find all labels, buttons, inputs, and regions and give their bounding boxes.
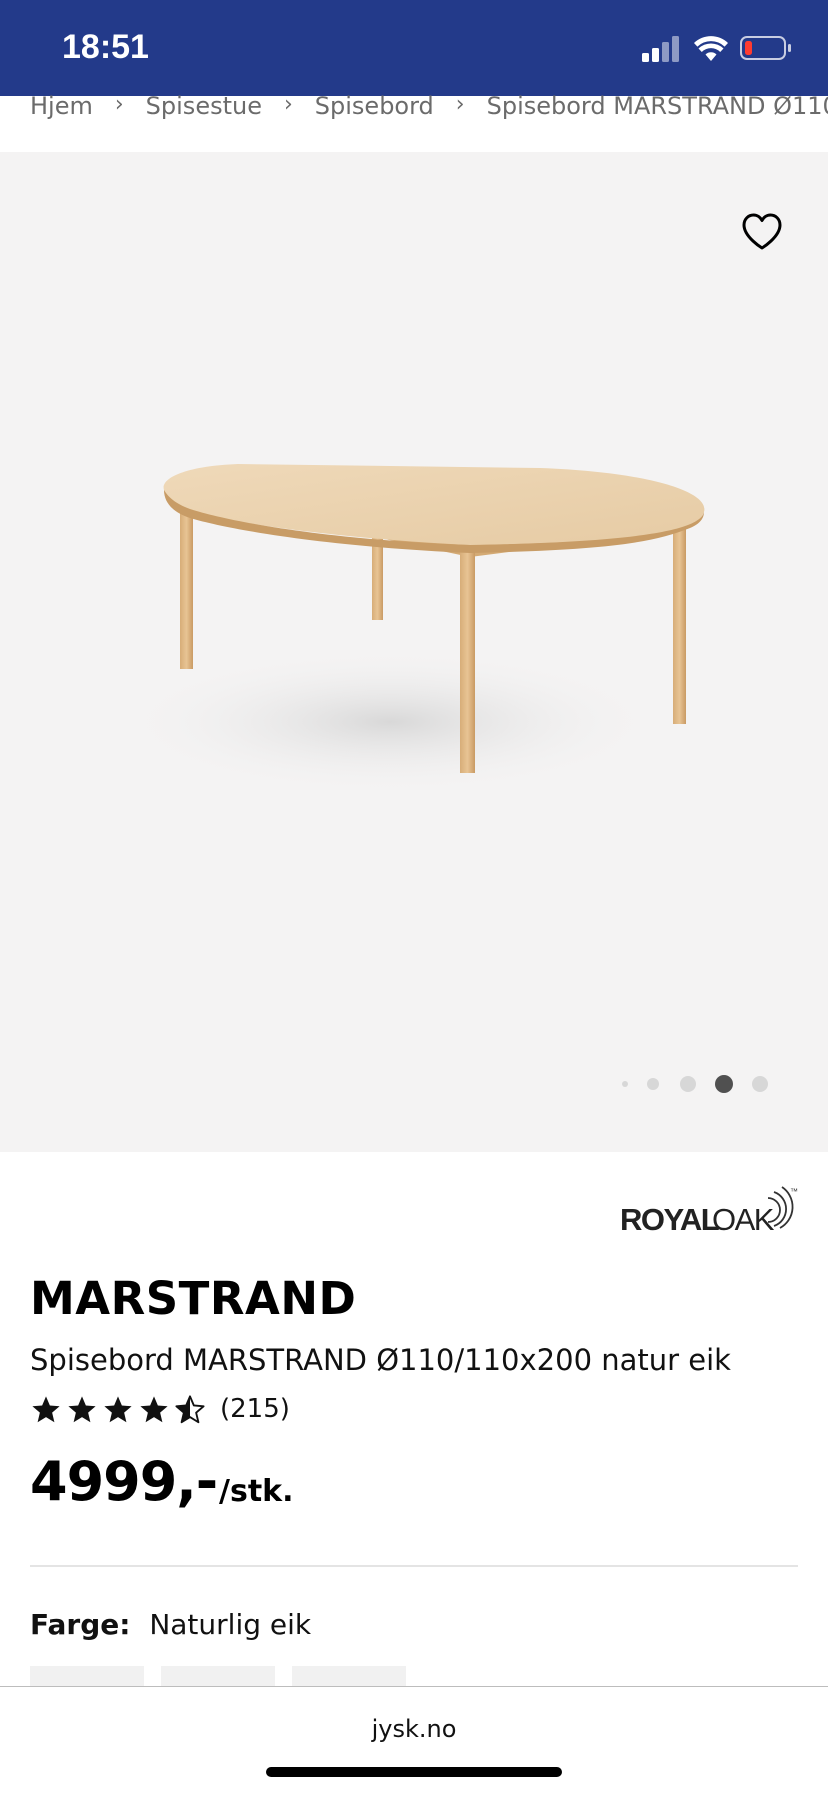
star-full-icon xyxy=(140,1396,168,1423)
breadcrumb-separator-icon: › xyxy=(283,92,293,117)
breadcrumb-separator-icon: › xyxy=(114,92,124,117)
svg-text:ROYAL: ROYAL xyxy=(620,1202,719,1237)
price-unit: /stk. xyxy=(219,1474,294,1509)
gallery-dot-active[interactable] xyxy=(715,1075,733,1093)
product-title: MARSTRAND xyxy=(30,1272,357,1325)
color-selector: Farge: Naturlig eik xyxy=(30,1608,311,1641)
star-full-icon xyxy=(68,1396,96,1423)
star-full-icon xyxy=(32,1396,60,1423)
heart-outline-icon[interactable] xyxy=(740,210,784,254)
star-full-icon xyxy=(104,1396,132,1423)
browser-url[interactable]: jysk.no xyxy=(0,1715,828,1743)
home-indicator[interactable] xyxy=(266,1767,562,1777)
gallery-dot[interactable] xyxy=(680,1076,696,1092)
status-time: 18:51 xyxy=(62,28,149,66)
svg-text:OAK: OAK xyxy=(712,1202,775,1237)
gallery-dot[interactable] xyxy=(622,1081,628,1087)
color-swatch[interactable] xyxy=(292,1666,406,1688)
star-half-icon xyxy=(175,1395,205,1424)
breadcrumb-separator-icon: › xyxy=(455,92,465,117)
color-swatch[interactable] xyxy=(161,1666,275,1688)
royal-oak-logo: ROYAL OAK ™ xyxy=(620,1186,798,1237)
breadcrumb-item-spisestue[interactable]: Spisestue xyxy=(146,92,262,120)
product-image-dining-table[interactable] xyxy=(0,152,828,1152)
breadcrumb-item-spisebord[interactable]: Spisebord xyxy=(315,92,434,120)
gallery-dot[interactable] xyxy=(752,1076,768,1092)
gallery-pagination xyxy=(0,1074,828,1094)
color-value: Naturlig eik xyxy=(149,1608,312,1641)
cellular-signal-icon xyxy=(642,36,679,62)
product-gallery[interactable] xyxy=(0,152,828,1152)
battery-low-icon xyxy=(740,36,791,60)
product-subtitle: Spisebord MARSTRAND Ø110/110x200 natur e… xyxy=(30,1343,731,1377)
breadcrumb-item-hjem[interactable]: Hjem xyxy=(30,92,93,120)
wifi-icon xyxy=(694,36,728,61)
color-label: Farge: xyxy=(30,1608,131,1641)
breadcrumb-item-current: Spisebord MARSTRAND Ø110/1´ xyxy=(486,92,828,120)
browser-address-bar[interactable]: jysk.no xyxy=(0,1686,828,1793)
breadcrumb: Hjem › Spisestue › Spisebord › Spisebord MARST… xyxy=(30,92,828,126)
gallery-dot[interactable] xyxy=(647,1078,659,1090)
color-swatch[interactable] xyxy=(30,1666,144,1688)
svg-text:™: ™ xyxy=(790,1187,798,1196)
product-price: 4999,- xyxy=(30,1450,218,1513)
review-count[interactable]: (215) xyxy=(220,1394,290,1424)
status-bar: 18:51 xyxy=(0,0,828,96)
divider xyxy=(30,1565,798,1567)
